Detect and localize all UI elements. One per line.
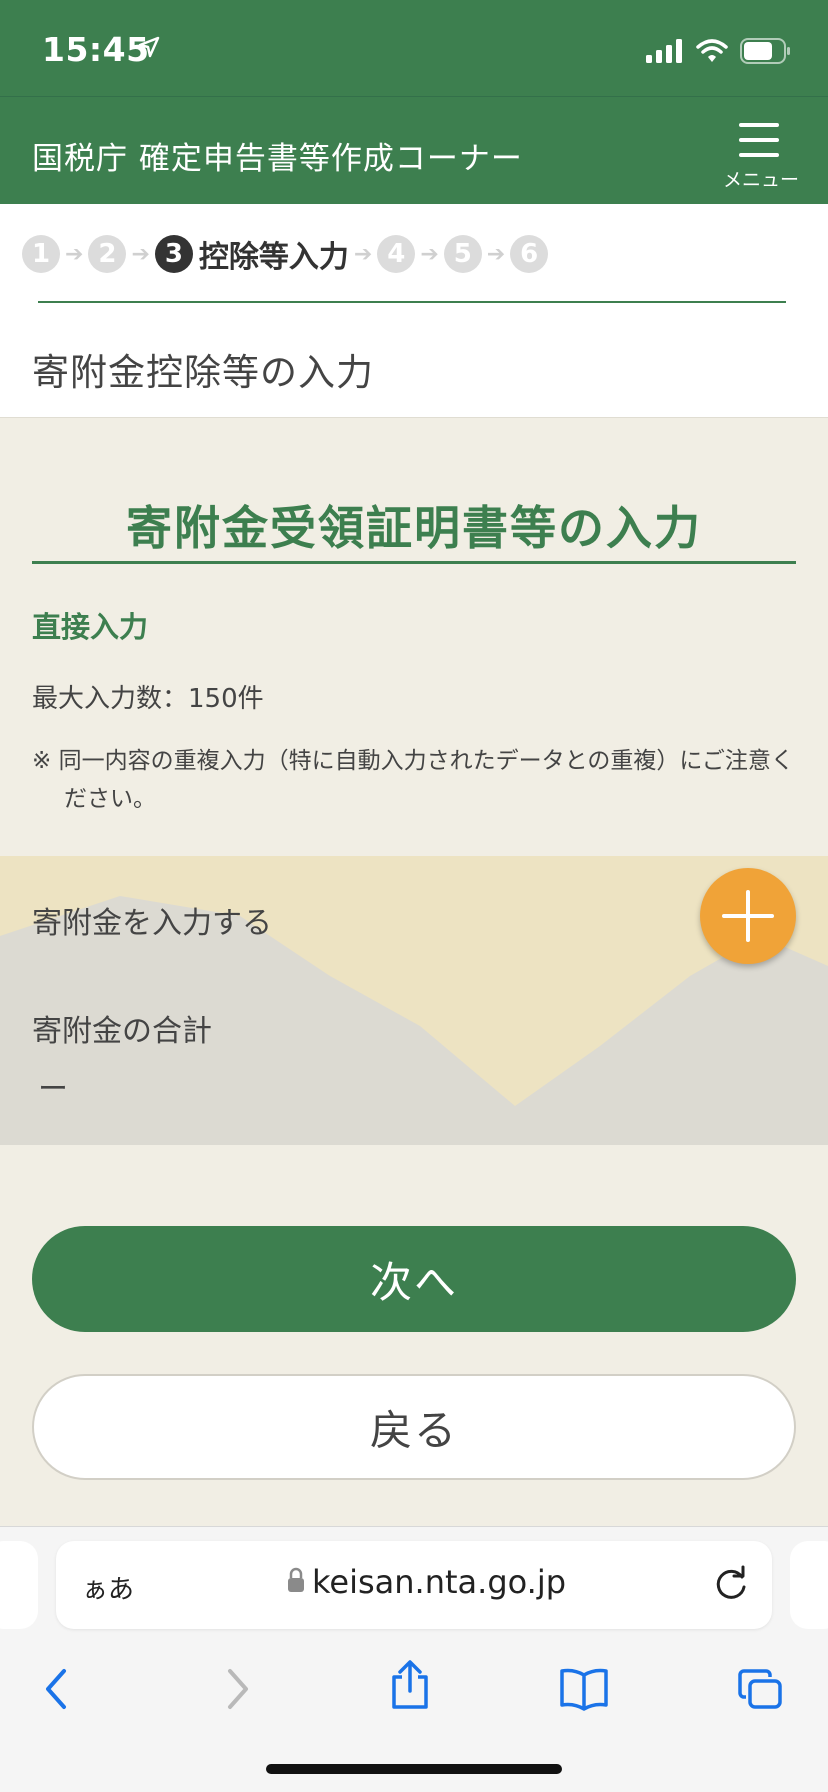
cellular-signal-icon [646, 39, 684, 67]
wifi-icon [696, 39, 728, 67]
header-title: 国税庁 確定申告書等作成コーナー [32, 141, 523, 177]
step-2: 2 [88, 235, 127, 273]
tabs-icon[interactable] [736, 1667, 784, 1715]
url-text: keisan.nta.go.jp [312, 1563, 567, 1601]
forward-chevron-icon[interactable] [222, 1667, 252, 1715]
add-donation-button[interactable] [700, 868, 796, 964]
menu-button[interactable]: メニュー [716, 117, 806, 191]
steps-panel: 1 ➔ 2 ➔ 3 控除等入力 ➔ 4 ➔ 5 ➔ 6 寄附金控除等の入力 [0, 204, 828, 418]
donation-total-value: ー [38, 1072, 68, 1107]
next-button[interactable]: 次へ [32, 1226, 796, 1332]
previous-tab-preview[interactable] [0, 1541, 38, 1629]
bookmarks-icon[interactable] [558, 1667, 610, 1715]
back-chevron-icon[interactable] [42, 1667, 72, 1715]
arrow-right-icon: ➔ [353, 241, 373, 267]
step-1: 1 [22, 235, 60, 273]
step-4: 4 [377, 235, 416, 273]
arrow-right-icon: ➔ [486, 241, 506, 267]
browser-toolbar [0, 1660, 828, 1727]
donation-total-label: 寄附金の合計 [32, 1014, 212, 1049]
max-count-label: 最大入力数：150件 [32, 684, 264, 714]
step-active-label: 控除等入力 [198, 240, 349, 275]
step-5: 5 [443, 235, 482, 273]
next-tab-preview[interactable] [790, 1541, 828, 1629]
back-button[interactable]: 戻る [32, 1374, 796, 1480]
location-arrow-icon [136, 34, 162, 64]
page-subtitle: 寄附金控除等の入力 [32, 351, 374, 394]
step-progress: 1 ➔ 2 ➔ 3 控除等入力 ➔ 4 ➔ 5 ➔ 6 [22, 232, 549, 276]
arrow-right-icon: ➔ [65, 241, 84, 267]
app-header: 国税庁 確定申告書等作成コーナー メニュー [0, 96, 828, 204]
reader-options-button[interactable]: ぁあ [82, 1569, 134, 1606]
browser-bottom-bar: ぁあ keisan.nta.go.jp [0, 1526, 828, 1792]
enter-donation-label: 寄附金を入力する [32, 906, 272, 941]
status-time: 15:45 [42, 30, 150, 69]
step-3-active: 3 [154, 235, 193, 273]
duplicate-note: ※ 同一内容の重複入力（特に自動入力されたデータとの重複）にご注意ください。 [32, 748, 794, 812]
arrow-right-icon: ➔ [131, 241, 150, 267]
share-icon[interactable] [388, 1659, 432, 1715]
divider [38, 301, 786, 303]
section-heading: 寄附金受領証明書等の入力 [32, 492, 796, 564]
hamburger-icon [739, 123, 779, 168]
lock-icon [286, 1567, 306, 1597]
arrow-right-icon: ➔ [420, 241, 439, 267]
battery-icon [740, 38, 792, 68]
step-6: 6 [510, 235, 549, 273]
menu-label: メニュー [722, 169, 799, 191]
home-indicator [266, 1764, 562, 1774]
reload-icon[interactable] [714, 1565, 750, 1607]
donation-panel: 寄附金を入力する 寄附金の合計 ー [0, 856, 828, 1145]
address-bar[interactable]: ぁあ keisan.nta.go.jp [56, 1541, 772, 1629]
direct-input-label: 直接入力 [32, 610, 149, 644]
status-bar: 15:45 [0, 0, 828, 96]
